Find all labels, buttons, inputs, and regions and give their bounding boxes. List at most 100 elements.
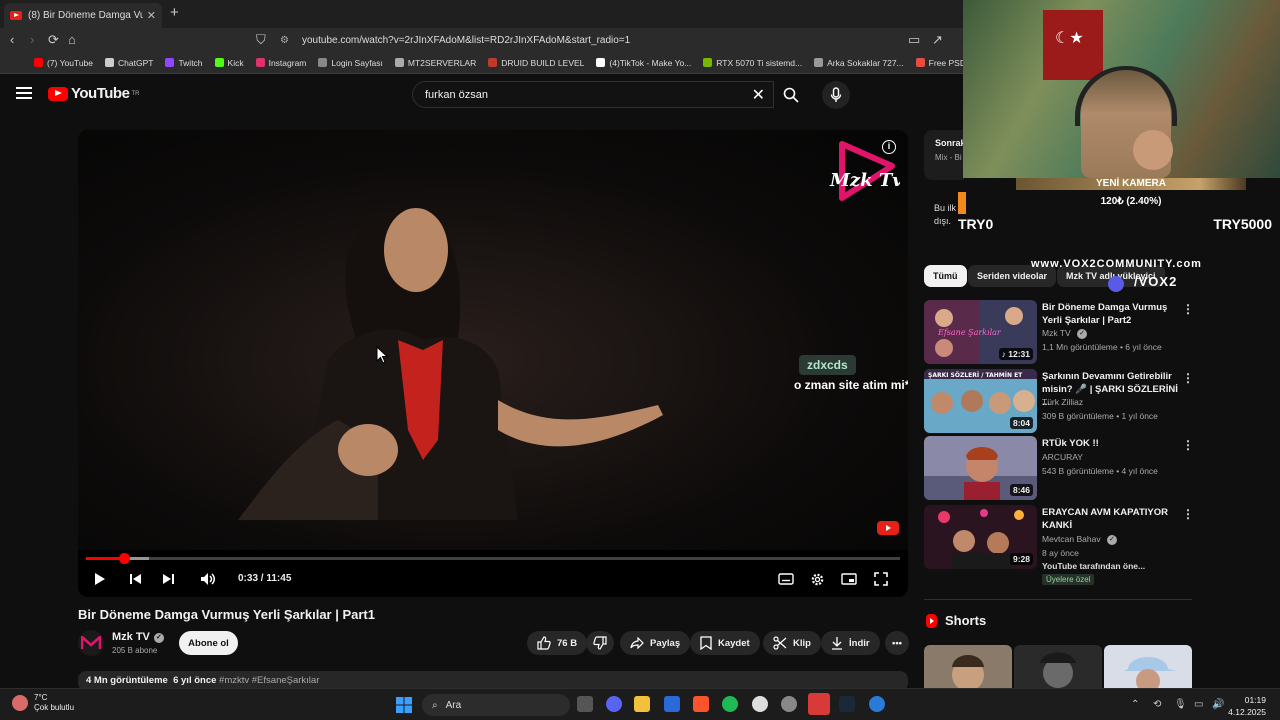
search-button[interactable] [774, 81, 808, 108]
more-vertical-icon[interactable]: ⋮ [1182, 371, 1194, 385]
progress-scrubber-handle[interactable] [119, 553, 131, 564]
video-player[interactable]: Mzk Tv i zdxcds o zman site atim mi* 0:3… [78, 130, 908, 597]
recommendation-title[interactable]: ERAYCAN AVM KAPATIYOR KANKİ [1042, 506, 1182, 532]
home-icon[interactable]: ⌂ [68, 32, 76, 47]
bookmark-item[interactable]: RTX 5070 Ti sistemd... [703, 58, 802, 68]
volume-button[interactable] [198, 570, 218, 588]
more-actions-button[interactable]: ••• [885, 631, 909, 655]
recommendation-thumbnail[interactable]: ŞARKI SÖZLERİ / TAHMİN ET 8:04 [924, 369, 1037, 433]
tray-chevron-icon[interactable]: ⌃ [1131, 699, 1139, 710]
dislike-button[interactable] [586, 631, 614, 655]
playlist-panel[interactable]: Sonrak Mix - Bi [924, 130, 964, 180]
subscribe-button[interactable]: Abone ol [179, 631, 238, 655]
tray-app-icon[interactable]: ⟲ [1153, 699, 1161, 710]
bookmark-item[interactable]: DRUID BUILD LEVEL [488, 58, 584, 68]
bookmark-icon[interactable]: ⛉ [256, 32, 266, 48]
recommendation-channel[interactable]: Türk Zilliaz [1042, 397, 1083, 407]
bookmark-item[interactable]: Login Sayfası [318, 58, 383, 68]
speaker-icon[interactable]: 🔊 [1212, 699, 1224, 710]
subscribe-watermark-icon[interactable] [876, 518, 900, 542]
close-tab-icon[interactable]: ✕ [147, 9, 156, 22]
hamburger-menu-icon[interactable] [16, 87, 32, 99]
reload-icon[interactable]: ⟳ [48, 32, 59, 48]
download-button[interactable]: İndir [821, 631, 880, 655]
share-button[interactable]: Paylaş [620, 631, 691, 655]
bookmark-item[interactable]: (4)TikTok - Make Yo... [596, 58, 691, 68]
youtube-logo[interactable]: YouTube TR [48, 85, 139, 102]
more-vertical-icon[interactable]: ⋮ [1182, 302, 1194, 316]
subtitles-icon [778, 573, 794, 585]
bookmark-item[interactable]: Twitch [165, 58, 203, 68]
recommendation-title[interactable]: Bir Döneme Damga Vurmuş Yerli Şarkılar |… [1042, 301, 1182, 327]
url-field[interactable]: ⚙ youtube.com/watch?v=2rJInXFAdoM&list=R… [280, 32, 900, 49]
short-thumbnail[interactable] [1014, 645, 1102, 689]
bookmark-item[interactable]: ChatGPT [105, 58, 153, 68]
network-icon[interactable]: ▭ [1194, 699, 1203, 710]
discord-icon[interactable] [606, 696, 622, 712]
miniplayer-button[interactable] [839, 570, 859, 588]
recommendation-item[interactable]: 8:46 RTÜk YOK !! ARCURAY 543 B görüntüle… [924, 436, 1194, 500]
back-arrow-icon[interactable]: ‹ [10, 32, 14, 47]
bookmark-item[interactable]: Arka Sokaklar 727... [814, 58, 904, 68]
recommendation-thumbnail[interactable]: 8:46 [924, 436, 1037, 500]
start-menu-icon[interactable] [396, 697, 412, 713]
channel-avatar[interactable] [78, 630, 104, 656]
app-icon[interactable] [869, 696, 885, 712]
bookmark-item[interactable]: Instagram [255, 58, 306, 68]
save-label: Kaydet [718, 637, 750, 649]
recommendation-channel[interactable]: ARCURAY [1042, 452, 1083, 462]
taskbar-search[interactable]: ⌕ Ara [422, 694, 570, 716]
browser-tab[interactable]: (8) Bir Döneme Damga Vurmuş Y ✕ [4, 3, 162, 28]
microphone-tray-icon[interactable]: 🎙 [1174, 699, 1187, 710]
weather-widget[interactable]: 7°C Çok bulutlu [12, 693, 74, 713]
recommendation-thumbnail[interactable]: Efsane Şarkılar ♪ 12:31 [924, 300, 1037, 364]
cast-icon[interactable]: ▭ [908, 32, 920, 48]
settings-app-icon[interactable] [752, 696, 768, 712]
video-duration: 9:28 [1009, 553, 1033, 565]
system-clock[interactable]: 01:19 4.12.2025 [1228, 694, 1266, 718]
subtitles-button[interactable] [776, 570, 796, 588]
fullscreen-button[interactable] [871, 570, 891, 588]
new-tab-button[interactable]: + [170, 4, 179, 21]
hashtags[interactable]: #mzktv #EfsaneŞarkılar [219, 675, 319, 686]
recommendation-channel[interactable]: Mevtcan Bahav ✓ [1042, 534, 1117, 545]
active-app-icon[interactable] [808, 693, 830, 715]
file-explorer-icon[interactable] [634, 696, 650, 712]
search-input[interactable]: furkan özsan ✕ [412, 81, 774, 108]
like-button[interactable]: 76 B [527, 631, 588, 655]
recommendation-item[interactable]: ŞARKI SÖZLERİ / TAHMİN ET 8:04 Şarkının … [924, 369, 1194, 433]
short-thumbnail[interactable] [924, 645, 1012, 689]
forward-arrow-icon[interactable]: › [30, 32, 34, 47]
info-icon[interactable]: i [882, 140, 896, 154]
channel-name[interactable]: Mzk TV ✓ [112, 631, 164, 643]
task-view-icon[interactable] [577, 696, 593, 712]
bookmark-item[interactable]: Kick [214, 58, 244, 68]
bookmark-item[interactable]: MT2SERVERLAR [394, 58, 476, 68]
voice-search-button[interactable] [822, 81, 850, 109]
more-vertical-icon[interactable]: ⋮ [1182, 507, 1194, 521]
bookmark-item[interactable]: (7) YouTube [34, 58, 93, 68]
short-thumbnail[interactable] [1104, 645, 1192, 689]
spotify-icon[interactable] [722, 696, 738, 712]
play-button[interactable] [90, 570, 110, 588]
recommendation-item[interactable]: 9:28 ERAYCAN AVM KAPATIYOR KANKİ Mevtcan… [924, 505, 1194, 585]
recommendation-channel[interactable]: Mzk TV ✓ [1042, 328, 1088, 339]
clear-search-icon[interactable]: ✕ [752, 85, 765, 105]
app-icon[interactable] [781, 696, 797, 712]
recommendation-title[interactable]: RTÜk YOK !! [1042, 437, 1182, 450]
settings-button[interactable] [807, 570, 827, 588]
store-icon[interactable] [664, 696, 680, 712]
clip-button[interactable]: Klip [763, 631, 821, 655]
site-info-icon[interactable]: ⚙ [280, 35, 292, 46]
more-vertical-icon[interactable]: ⋮ [1182, 438, 1194, 452]
share-icon[interactable]: ↗ [932, 32, 943, 48]
recommendation-thumbnail[interactable]: 9:28 [924, 505, 1037, 569]
save-button[interactable]: Kaydet [690, 631, 760, 655]
chip-all[interactable]: Tümü [924, 265, 967, 287]
recommendation-item[interactable]: Efsane Şarkılar ♪ 12:31 Bir Döneme Damga… [924, 300, 1194, 364]
progress-bar[interactable] [86, 553, 900, 564]
previous-button[interactable] [126, 570, 146, 588]
steam-icon[interactable] [839, 696, 855, 712]
next-button[interactable] [158, 570, 178, 588]
brave-browser-icon[interactable] [693, 696, 709, 712]
